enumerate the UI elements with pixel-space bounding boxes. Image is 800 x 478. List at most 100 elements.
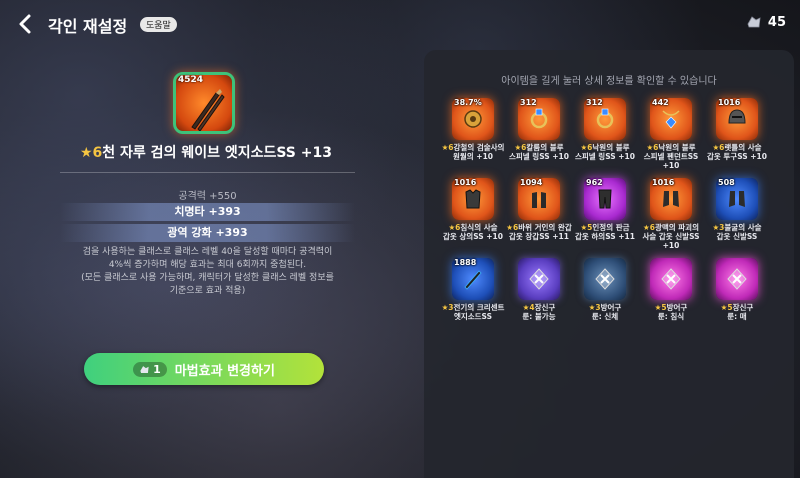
inventory-item[interactable]: ★5방어구 룬: 침식 [642,256,700,332]
stat-attack: 공격력 +550 [178,191,237,202]
item-name-text: 강철의 검술사의 [453,143,505,152]
item-name-text: 방어구 [600,303,622,312]
rune-icon [595,268,615,290]
item-name-text: 인정의 판금 [592,223,630,232]
item-caption: ★3방어구 룬: 신체 [572,303,638,321]
inventory-item[interactable]: 1016 ★6랫틀의 사슬 갑옷 투구SS +10 [707,96,767,172]
inventory-item[interactable]: 1888 ★3전기의 크리센트 엣지소드SS [441,256,505,332]
divider [60,172,355,173]
inventory-item[interactable]: 312 ★6낙원의 블루 스피넬 링SS +10 [575,96,635,172]
item-star-rating: ★3 [712,223,725,232]
inventory-item[interactable]: 1016 ★6광맥의 파괴의 사슬 갑옷 신발SS +10 [642,176,700,252]
desc-line: 기준으로 효과 적용) [169,286,246,296]
pendant-icon [662,110,680,129]
crystal-icon [747,16,761,28]
inventory-item[interactable]: 508 ★3불굴의 사슬 갑옷 신발SS [708,176,766,252]
item-name-text: 침식의 사슬 [460,223,498,232]
helmet-icon [728,109,746,124]
item-tile: 1094 [518,178,560,220]
inventory-item[interactable]: 442 ★6낙원의 블루 스피넬 펜던트SS +10 [642,96,700,172]
item-name-text: 낙원의 블루 [592,143,630,152]
item-tile [650,258,692,300]
ring-icon [530,108,548,129]
item-name-text: 장신구 [534,303,556,312]
item-caption: ★6랫틀의 사슬 갑옷 투구SS +10 [704,143,770,161]
item-star-rating: ★6 [441,143,454,152]
item-level-badge: 508 [718,178,735,187]
item-name-text: 갑옷 투구SS +10 [706,152,767,161]
item-name-text: 전기의 크리센트 [453,303,505,312]
item-tile: 1888 [452,258,494,300]
item-name-text: 광맥의 파괴의 [654,223,699,232]
item-name-text: 방어구 [666,303,688,312]
item-level-badge: 1016 [454,178,477,187]
currency-display: 45 [746,14,786,30]
change-enchant-button[interactable]: 1 마법효과 변경하기 [84,353,324,385]
selected-item-name: ★6천 자루 검의 웨이브 엣지소드SS +13 [80,142,332,162]
dual-swords-icon [191,89,225,131]
item-star-rating: ★3 [441,303,454,312]
item-name-text: 룬: 신체 [591,312,619,321]
item-caption: ★6바위 거인의 완갑 갑옷 장갑SS +11 [506,223,572,241]
item-tile: 1016 [452,178,494,220]
item-name-text: 룬: 불가능 [522,312,556,321]
item-caption: ★5장신구 룬: 매 [704,303,770,321]
desc-line: 검을 사용하는 클래스로 클래스 레벨 40을 달성할 때마다 공격력이 [82,247,333,257]
item-name-text: 룬: 매 [727,312,747,321]
back-button[interactable] [14,12,38,36]
item-name-text: 스피넬 링SS +10 [574,152,635,161]
inventory-item[interactable]: 1094 ★6바위 거인의 완갑 갑옷 장갑SS +11 [506,176,572,252]
item-caption: ★4장신구 룬: 불가능 [506,303,572,321]
inventory-panel: 아이템을 길게 눌러 상세 정보를 확인할 수 있습니다 38.7% ★6강철의 … [424,50,794,478]
item-star-rating: ★6 [506,223,519,232]
item-caption: ★6낙원의 블루 스피넬 펜던트SS +10 [638,143,704,170]
item-name-text: 갑옷 장갑SS +11 [508,232,569,241]
item-star-rating: ★6 [646,143,659,152]
item-name-text: 원월의 +10 [452,152,494,161]
item-caption: ★6낙원의 블루 스피넬 링SS +10 [572,143,638,161]
item-name-text: 스피넬 펜던트SS +10 [643,152,699,170]
item-caption: ★6강철의 검술사의 원월의 +10 [440,143,506,161]
help-button[interactable]: 도움말 [140,17,177,32]
change-button-label: 마법효과 변경하기 [174,363,275,379]
gear-icon [464,110,482,128]
item-star-rating: ★6 [712,143,725,152]
item-level-badge: 312 [586,98,603,107]
page-title: 각인 재설정 [48,17,128,36]
item-name-text: 천 자루 검의 웨이브 엣지소드SS +13 [102,145,332,161]
inventory-item[interactable]: 1016 ★6침식의 사슬 갑옷 상의SS +10 [442,176,503,252]
item-name-text: 랫틀의 사슬 [724,143,762,152]
item-tile [518,258,560,300]
item-star-rating: ★6 [448,223,461,232]
item-description: 검을 사용하는 클래스로 클래스 레벨 40을 달성할 때마다 공격력이 4%씩… [60,246,355,298]
crystal-icon [140,365,149,373]
cost-badge: 1 [133,361,167,377]
inventory-item[interactable]: ★5장신구 룬: 매 [708,256,766,332]
inventory-item[interactable]: 312 ★6칼룸의 블루 스피넬 링SS +10 [509,96,569,172]
item-tile [584,258,626,300]
item-level-badge: 312 [520,98,537,107]
item-name-text: 엣지소드SS [453,312,493,321]
inventory-item[interactable]: ★3방어구 룬: 신체 [576,256,634,332]
item-name-text: 갑옷 하의SS +11 [574,232,635,241]
item-star-rating: ★3 [588,303,601,312]
selected-item-icon[interactable]: 4524 [173,72,235,134]
item-level-badge: 1016 [718,98,741,107]
rune-icon [529,268,549,290]
inventory-item[interactable]: 38.7% ★6강철의 검술사의 원월의 +10 [442,96,504,172]
item-name-text: 불굴의 사슬 [724,223,762,232]
item-level-badge: 38.7% [454,98,482,107]
pants-icon [598,189,612,209]
item-tile: 1016 [650,178,692,220]
boots-icon [663,191,679,207]
item-name-text: 장신구 [732,303,754,312]
item-tile: 1016 [716,98,758,140]
sword-icon [464,270,482,290]
rune-icon [661,268,681,290]
item-name-text: 바위 거인의 완갑 [518,223,572,232]
inventory-item[interactable]: 962 ★5인정의 판금 갑옷 하의SS +11 [574,176,635,252]
item-caption: ★5방어구 룬: 침식 [638,303,704,321]
item-name-text: 갑옷 상의SS +10 [442,232,503,241]
item-level-badge: 4524 [178,75,204,85]
inventory-item[interactable]: ★4장신구 룬: 불가능 [510,256,568,332]
